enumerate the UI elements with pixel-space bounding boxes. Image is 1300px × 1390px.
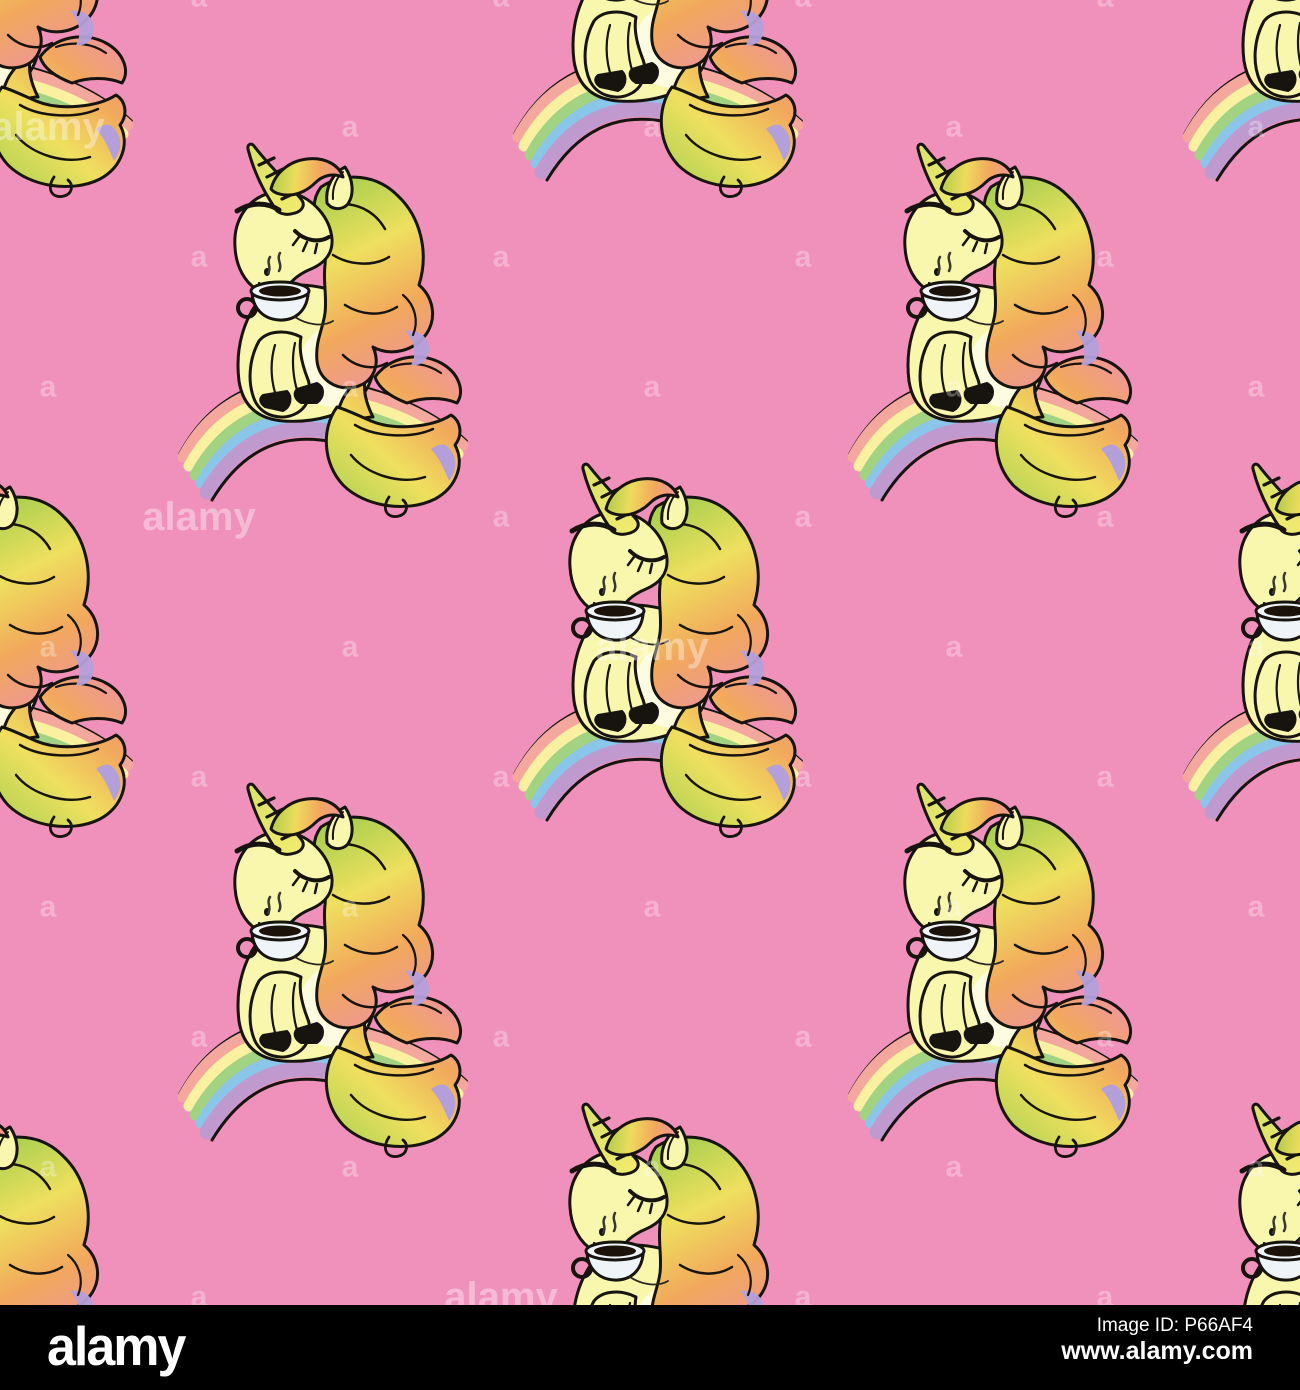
unicorn-pattern-svg: alamy a a a a a a a a a a a a a a a a a a alamy a a alamy a a a a a… [0, 0, 1300, 1305]
watermark-letter: a [40, 891, 57, 924]
watermark-letter: a [795, 1021, 812, 1054]
image-info: Image ID: P66AF4 www.alamy.com [1061, 1315, 1253, 1366]
watermark-letter: a [342, 111, 359, 144]
watermark-word: alamy [595, 625, 709, 669]
unicorn-illustration [180, 784, 466, 1156]
watermark-letter: a [644, 371, 661, 404]
alamy-website: www.alamy.com [1061, 1337, 1253, 1366]
watermark-letter: a [191, 0, 208, 14]
unicorn-illustration [1185, 464, 1300, 836]
watermark-word: alamy [0, 105, 105, 149]
unicorn-illustration [850, 784, 1136, 1156]
unicorn-illustration [1185, 1104, 1300, 1305]
watermark-letter: a [1248, 631, 1265, 664]
unicorn-illustration [515, 0, 801, 197]
watermark-letter: a [342, 631, 359, 664]
watermark-letter: a [644, 1151, 661, 1184]
alamy-logo: alamy [47, 1316, 186, 1378]
watermark-letter: a [191, 1281, 208, 1306]
watermark-letter: a [946, 111, 963, 144]
watermark-letter: a [493, 501, 510, 534]
stock-image: alamyaaaaaaaaaaaaaaaaaaalamyaaalamyaaaaa… [0, 0, 1300, 1390]
watermark-letter: a [644, 891, 661, 924]
watermark-letter: a [493, 0, 510, 14]
watermark-letter: a [191, 1021, 208, 1054]
watermark-letter: a [1097, 1021, 1114, 1054]
unicorn-illustration [180, 144, 466, 516]
image-id: Image ID: P66AF4 [1096, 1315, 1253, 1337]
watermark-letter: a [40, 371, 57, 404]
watermark-letter: a [40, 631, 57, 664]
unicorn-illustration [515, 1104, 801, 1305]
watermark-letter: a [795, 1281, 812, 1306]
watermark-letter: a [493, 761, 510, 794]
watermark-letter: a [493, 241, 510, 274]
watermark-letter: a [1097, 761, 1114, 794]
watermark-word: alamy [444, 1275, 558, 1305]
watermark-letter: a [946, 631, 963, 664]
watermark-letter: a [1097, 1281, 1114, 1306]
unicorn-illustration [0, 464, 131, 836]
watermark-letter: a [795, 761, 812, 794]
watermark-letter: a [342, 891, 359, 924]
watermark-letter: a [946, 891, 963, 924]
watermark-letter: a [1248, 111, 1265, 144]
watermark-letter: a [40, 1151, 57, 1184]
watermark-letter: a [1248, 371, 1265, 404]
watermark-letter: a [342, 1151, 359, 1184]
watermark-letter: a [493, 1021, 510, 1054]
unicorn-illustration [850, 144, 1136, 516]
watermark-letter: a [644, 111, 661, 144]
watermark-letter: a [946, 371, 963, 404]
watermark-letter: a [191, 761, 208, 794]
watermark-bar: alamy Image ID: P66AF4 www.alamy.com [0, 1305, 1300, 1390]
watermark-letter: a [342, 371, 359, 404]
watermark-letter: a [946, 1151, 963, 1184]
watermark-letter: a [795, 501, 812, 534]
watermark-letter: a [1097, 501, 1114, 534]
watermark-letter: a [1248, 1151, 1265, 1184]
watermark-letter: a [1248, 891, 1265, 924]
unicorn-illustration [1185, 0, 1300, 197]
watermark-letter: a [795, 0, 812, 14]
watermark-letter: a [1097, 0, 1114, 14]
watermark-letter: a [191, 241, 208, 274]
watermark-letter: a [795, 241, 812, 274]
unicorn-illustration [0, 0, 131, 197]
unicorn-illustration [0, 1104, 131, 1305]
watermark-word: alamy [142, 495, 256, 539]
watermark-letter: a [1097, 241, 1114, 274]
